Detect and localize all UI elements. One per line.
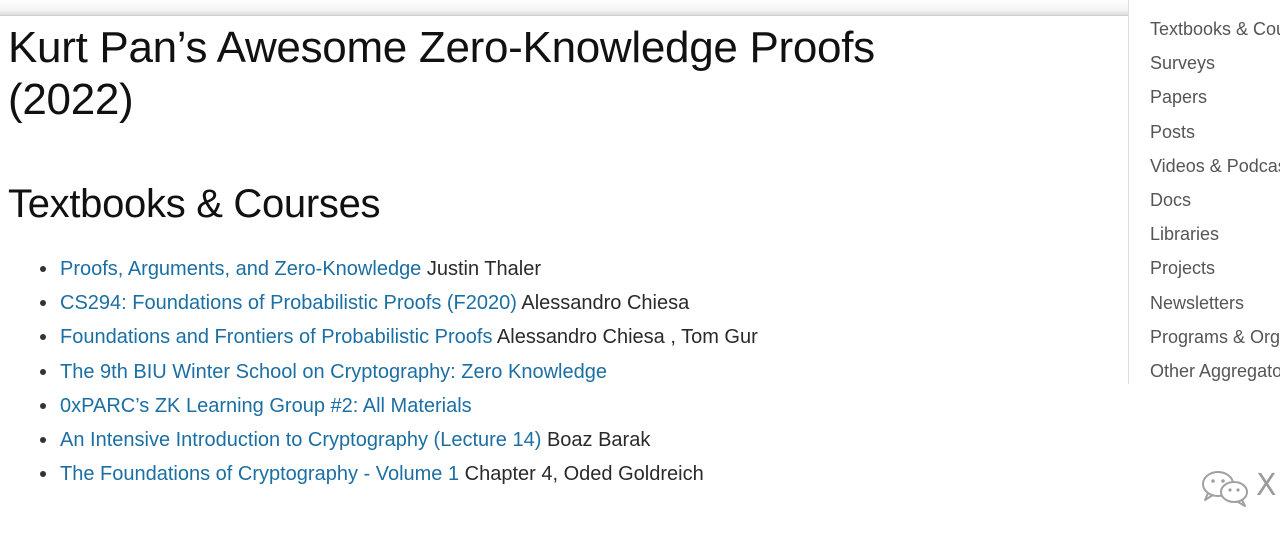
toc-list: Textbooks & Cou Surveys Papers Posts Vid… (1129, 0, 1280, 384)
resource-link[interactable]: CS294: Foundations of Probabilistic Proo… (60, 292, 517, 314)
resource-link[interactable]: An Intensive Introduction to Cryptograph… (60, 429, 541, 451)
bullet-icon (40, 402, 46, 409)
list-item: Proofs, Arguments, and Zero-Knowledge Ju… (8, 252, 1118, 286)
resource-list: Proofs, Arguments, and Zero-Knowledge Ju… (8, 252, 1118, 491)
toc-item-videos-podcasts[interactable]: Videos & Podcas (1150, 149, 1280, 183)
bullet-icon (40, 471, 46, 478)
table-of-contents: Textbooks & Cou Surveys Papers Posts Vid… (1128, 0, 1280, 384)
list-item: Foundations and Frontiers of Probabilist… (8, 320, 1118, 354)
toc-item-newsletters[interactable]: Newsletters (1150, 286, 1280, 320)
toc-item-textbooks-courses[interactable]: Textbooks & Cou (1150, 12, 1280, 46)
toc-item-projects[interactable]: Projects (1150, 251, 1280, 285)
resource-link[interactable]: The 9th BIU Winter School on Cryptograph… (60, 361, 607, 383)
toc-item-other-aggregators[interactable]: Other Aggregato (1150, 354, 1280, 384)
section-heading-textbooks-courses: Textbooks & Courses (8, 182, 381, 226)
bullet-icon (40, 266, 46, 272)
top-bar-shadow (0, 0, 1128, 16)
toc-item-docs[interactable]: Docs (1150, 183, 1280, 217)
toc-item-posts[interactable]: Posts (1150, 115, 1280, 149)
watermark-text: X (1256, 468, 1277, 503)
bullet-icon (40, 334, 46, 341)
page: Kurt Pan’s Awesome Zero-Knowledge Proofs… (0, 0, 1280, 545)
page-title: Kurt Pan’s Awesome Zero-Knowledge Proofs… (8, 23, 875, 124)
resource-author: Alessandro Chiesa , Tom Gur (492, 326, 758, 349)
list-item: 0xPARC’s ZK Learning Group #2: All Mater… (8, 389, 1118, 423)
toc-item-surveys[interactable]: Surveys (1150, 46, 1280, 80)
bullet-icon (40, 300, 46, 307)
resource-link[interactable]: Proofs, Arguments, and Zero-Knowledge (60, 258, 421, 280)
toc-item-papers[interactable]: Papers (1150, 80, 1280, 114)
resource-link[interactable]: The Foundations of Cryptography - Volume… (60, 463, 459, 485)
resource-author: Justin Thaler (421, 258, 541, 280)
list-item: CS294: Foundations of Probabilistic Proo… (8, 286, 1118, 320)
watermark: X (1198, 462, 1280, 512)
list-item: The Foundations of Cryptography - Volume… (8, 457, 1118, 491)
resource-link[interactable]: 0xPARC’s ZK Learning Group #2: All Mater… (60, 395, 472, 417)
bullet-icon (40, 437, 46, 444)
toc-item-programs-orgs[interactable]: Programs & Org (1150, 320, 1280, 354)
bullet-icon (40, 368, 46, 375)
list-item: The 9th BIU Winter School on Cryptograph… (8, 355, 1118, 389)
main-content: Kurt Pan’s Awesome Zero-Knowledge Proofs… (8, 22, 1118, 491)
resource-author: Boaz Barak (541, 429, 651, 452)
resource-author: Chapter 4, Oded Goldreich (459, 463, 704, 486)
resource-author: Alessandro Chiesa (516, 292, 690, 315)
resource-link[interactable]: Foundations and Frontiers of Probabilist… (60, 326, 492, 348)
toc-item-libraries[interactable]: Libraries (1150, 217, 1280, 251)
wechat-icon (1202, 471, 1248, 507)
list-item: An Intensive Introduction to Cryptograph… (8, 423, 1118, 457)
